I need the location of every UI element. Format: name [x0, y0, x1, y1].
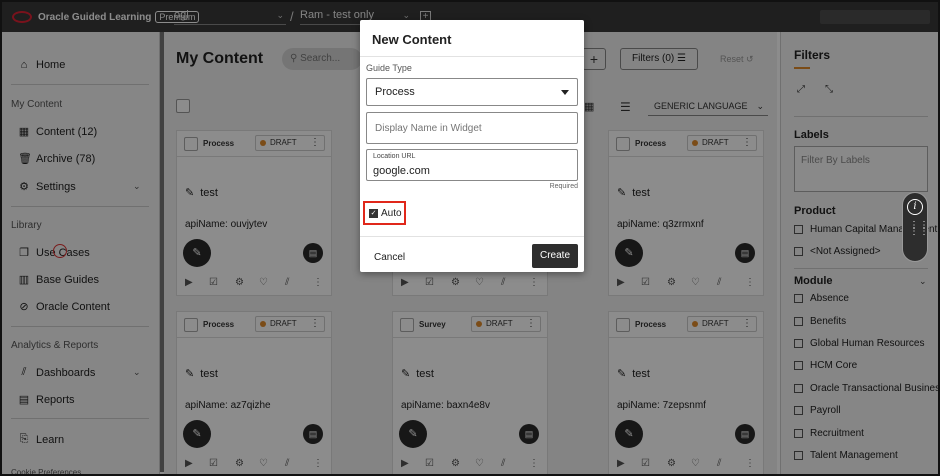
location-url-field[interactable]: Location URL google.com [366, 149, 578, 181]
required-hint: Required [549, 183, 578, 190]
app-frame: Oracle Guided Learning Premium ogl ⌄ / R… [0, 0, 940, 476]
auto-label: Auto [381, 207, 402, 219]
guide-type-value: Process [375, 86, 415, 98]
auto-checkbox[interactable]: ✓ Auto [363, 201, 406, 225]
divider [360, 56, 584, 57]
caret-down-icon [561, 90, 569, 95]
checkmark-icon[interactable]: ✓ [369, 208, 378, 218]
dialog-title: New Content [372, 32, 452, 47]
info-icon[interactable]: i [907, 199, 923, 215]
location-url-label: Location URL [373, 153, 416, 160]
display-name-input[interactable] [366, 112, 578, 144]
location-url-value: google.com [373, 165, 430, 177]
help-widget[interactable]: i ⋮⋮ ⋮⋮ [902, 192, 929, 262]
guide-type-label: Guide Type [366, 63, 412, 73]
drag-handle-icon[interactable]: ⋮⋮ ⋮⋮ [909, 221, 929, 237]
divider [360, 236, 584, 237]
new-content-dialog: New Content Guide Type Process Location … [360, 20, 584, 272]
guide-type-select[interactable]: Process [366, 78, 578, 106]
create-button[interactable]: Create [532, 244, 578, 268]
cancel-button[interactable]: Cancel [374, 252, 405, 263]
